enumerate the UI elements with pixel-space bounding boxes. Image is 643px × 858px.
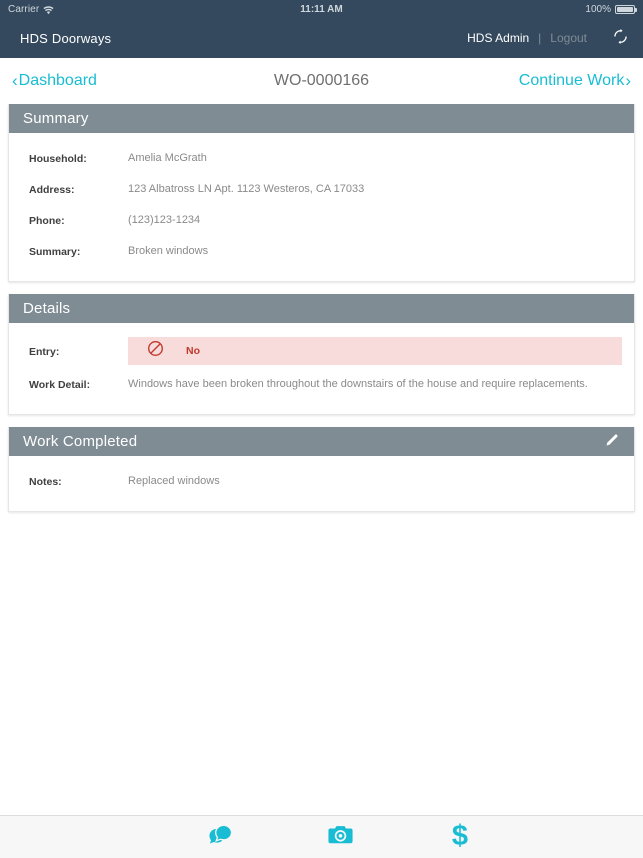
carrier-label: Carrier bbox=[8, 3, 40, 15]
phone-label: Phone: bbox=[29, 215, 65, 227]
work-completed-card-header: Work Completed bbox=[9, 427, 634, 456]
phone-value: (123)123-1234 bbox=[128, 214, 201, 226]
chevron-right-icon: › bbox=[625, 70, 631, 90]
content-scroll-area: Summary Household: Amelia McGrath Addres… bbox=[0, 104, 643, 815]
chat-icon bbox=[206, 822, 234, 853]
app-root: Carrier 11:11 AM 100% HDS Doorways HDS A… bbox=[0, 0, 643, 858]
no-entry-icon bbox=[147, 340, 164, 362]
current-user-label: HDS Admin bbox=[467, 31, 530, 45]
summary-label: Summary: bbox=[29, 246, 81, 258]
summary-value: Broken windows bbox=[128, 245, 209, 257]
back-link-label: Dashboard bbox=[18, 72, 97, 89]
field-row-address: Address: 123 Albatross LN Apt. 1123 West… bbox=[9, 174, 634, 205]
tab-billing[interactable]: $ bbox=[400, 816, 520, 858]
tab-photos[interactable] bbox=[280, 816, 400, 858]
logout-link[interactable]: Logout bbox=[550, 31, 587, 45]
wifi-icon bbox=[43, 5, 54, 15]
summary-card: Summary Household: Amelia McGrath Addres… bbox=[8, 104, 635, 282]
summary-card-header: Summary bbox=[9, 104, 634, 133]
status-bar-time: 11:11 AM bbox=[300, 3, 343, 15]
pencil-icon bbox=[604, 433, 619, 451]
back-to-dashboard-link[interactable]: ‹ Dashboard bbox=[12, 72, 97, 90]
status-bar-right: 100% bbox=[585, 3, 637, 15]
battery-percent-label: 100% bbox=[585, 3, 611, 15]
tab-messages[interactable] bbox=[160, 816, 280, 858]
svg-text:$: $ bbox=[452, 820, 468, 850]
bottom-tab-bar: $ bbox=[0, 815, 643, 858]
details-card-header: Details bbox=[9, 294, 634, 323]
chevron-left-icon: ‹ bbox=[12, 70, 18, 90]
refresh-button[interactable] bbox=[609, 27, 631, 49]
camera-icon bbox=[327, 823, 354, 851]
entry-label: Entry: bbox=[29, 345, 60, 358]
header-right-group: HDS Admin | Logout bbox=[467, 27, 631, 49]
continue-work-link[interactable]: Continue Work › bbox=[519, 72, 631, 90]
details-card-body: Entry: No Work Detail: Windows have been… bbox=[9, 323, 634, 414]
field-row-work-detail: Work Detail: Windows have been broken th… bbox=[9, 369, 634, 400]
battery-icon bbox=[615, 4, 637, 14]
refresh-icon bbox=[612, 28, 629, 48]
ios-status-bar: Carrier 11:11 AM 100% bbox=[0, 0, 643, 18]
dollar-icon: $ bbox=[449, 820, 471, 855]
field-row-phone: Phone: (123)123-1234 bbox=[9, 205, 634, 236]
edit-work-completed-button[interactable] bbox=[600, 431, 622, 453]
work-detail-label: Work Detail: bbox=[29, 379, 91, 391]
work-completed-card-body: Notes: Replaced windows bbox=[9, 456, 634, 511]
continue-work-label: Continue Work bbox=[518, 72, 625, 89]
address-label: Address: bbox=[29, 184, 75, 196]
work-completed-card-title: Work Completed bbox=[23, 433, 138, 450]
work-completed-card: Work Completed Notes: Replaced windows bbox=[8, 427, 635, 512]
entry-status-value: No bbox=[186, 345, 200, 357]
field-row-notes: Notes: Replaced windows bbox=[9, 466, 634, 497]
summary-card-title: Summary bbox=[23, 110, 89, 127]
household-value: Amelia McGrath bbox=[128, 152, 207, 164]
status-bar-left: Carrier bbox=[8, 4, 54, 15]
notes-label: Notes: bbox=[29, 476, 62, 488]
app-brand-title: HDS Doorways bbox=[20, 30, 112, 46]
details-card-title: Details bbox=[23, 300, 71, 317]
field-row-summary: Summary: Broken windows bbox=[9, 236, 634, 267]
header-divider: | bbox=[538, 31, 542, 45]
field-row-entry: Entry: No bbox=[9, 333, 634, 369]
field-row-household: Household: Amelia McGrath bbox=[9, 143, 634, 174]
navigation-bar: ‹ Dashboard WO-0000166 Continue Work › bbox=[0, 58, 643, 104]
work-detail-value: Windows have been broken throughout the … bbox=[128, 378, 588, 390]
address-value: 123 Albatross LN Apt. 1123 Westeros, CA … bbox=[128, 183, 365, 195]
app-header: HDS Doorways HDS Admin | Logout bbox=[0, 18, 643, 58]
details-card: Details Entry: No Work Detail: Windows h… bbox=[8, 294, 635, 415]
summary-card-body: Household: Amelia McGrath Address: 123 A… bbox=[9, 133, 634, 281]
household-label: Household: bbox=[29, 153, 87, 165]
entry-status-banner: No bbox=[128, 337, 622, 365]
notes-value: Replaced windows bbox=[128, 475, 220, 487]
